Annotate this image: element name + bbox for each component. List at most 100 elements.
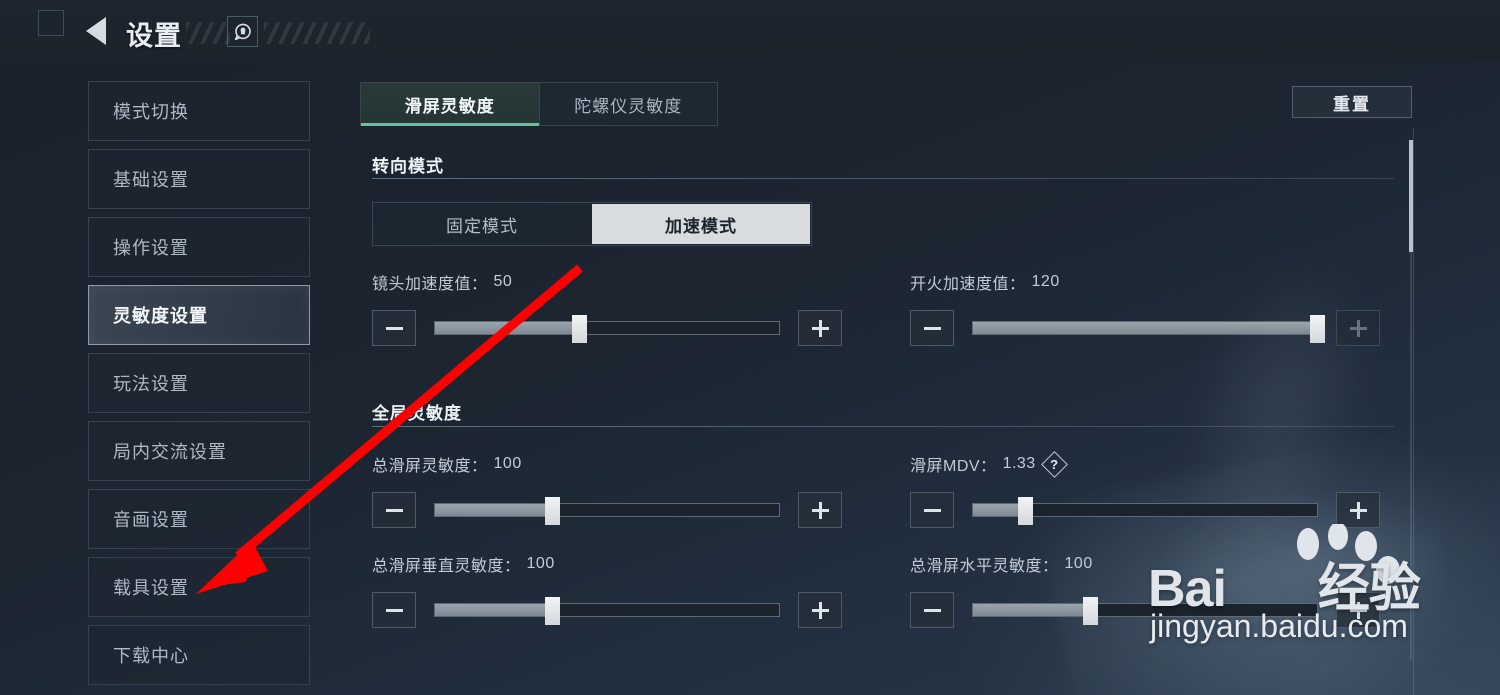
sidebar-item-label: 下载中心 [113, 646, 189, 666]
decrement-button[interactable] [372, 310, 416, 346]
tab-label: 滑屏灵敏度 [404, 96, 495, 116]
slider-label: 总滑屏垂直灵敏度： [372, 558, 521, 575]
help-icon[interactable]: ? [1040, 450, 1068, 478]
mode-button-label: 固定模式 [446, 216, 518, 236]
slider-control[interactable] [910, 492, 1380, 528]
turn-mode-toggle-group[interactable]: 固定模式 加速模式 [372, 202, 812, 246]
decrement-button[interactable] [372, 492, 416, 528]
slider-label: 滑屏MDV： [910, 458, 997, 475]
slider-value: 100 [526, 555, 555, 572]
sidebar-item-label: 玩法设置 [113, 374, 189, 394]
decrement-button[interactable] [910, 310, 954, 346]
increment-button[interactable] [798, 492, 842, 528]
sidebar-item-label: 基础设置 [113, 170, 189, 190]
slider-caption: 总滑屏垂直灵敏度： 100 [372, 552, 842, 576]
slider-label: 镜头加速度值： [372, 276, 488, 293]
reset-button[interactable]: 重置 [1292, 86, 1412, 118]
settings-sidebar[interactable]: 模式切换 基础设置 操作设置 灵敏度设置 玩法设置 局内交流设置 音画设置 载具… [88, 81, 310, 695]
content-scrollbar[interactable] [1409, 140, 1413, 660]
slider-value: 120 [1031, 273, 1060, 290]
increment-button[interactable] [1336, 592, 1380, 628]
increment-button[interactable] [798, 592, 842, 628]
mode-button-accelerated[interactable]: 加速模式 [592, 204, 810, 244]
voice-chat-icon[interactable] [227, 16, 258, 47]
slider-label: 总滑屏水平灵敏度： [910, 558, 1059, 575]
back-arrow-icon[interactable] [86, 17, 106, 45]
tab-label: 陀螺仪灵敏度 [574, 96, 683, 116]
section-divider [372, 426, 1394, 427]
slider-track[interactable] [434, 497, 780, 525]
sidebar-item-label: 操作设置 [113, 238, 189, 258]
hatch-decoration [264, 22, 370, 44]
section-divider [372, 178, 1394, 179]
slider-control[interactable] [372, 492, 842, 528]
slider-track[interactable] [434, 597, 780, 625]
tab-touch-sensitivity[interactable]: 滑屏灵敏度 [361, 83, 539, 126]
slider-fill [973, 604, 1090, 616]
sidebar-item-mode-switch[interactable]: 模式切换 [88, 81, 310, 141]
slider-control[interactable] [372, 310, 842, 346]
slider-fill [435, 604, 552, 616]
slider-control[interactable] [910, 310, 1380, 346]
slider-fill [435, 504, 552, 516]
slider-track[interactable] [972, 497, 1318, 525]
sidebar-item-vehicle[interactable]: 载具设置 [88, 557, 310, 617]
slider-label: 开火加速度值： [910, 276, 1026, 293]
hatch-decoration [186, 22, 230, 44]
mode-button-label: 加速模式 [665, 216, 737, 236]
sidebar-item-label: 模式切换 [113, 102, 189, 122]
increment-button[interactable] [798, 310, 842, 346]
top-bar: 设置 [0, 0, 1500, 62]
sidebar-item-ingame-comm[interactable]: 局内交流设置 [88, 421, 310, 481]
sensitivity-tabs[interactable]: 滑屏灵敏度 陀螺仪灵敏度 [360, 82, 718, 126]
mode-button-fixed[interactable]: 固定模式 [373, 203, 591, 245]
decrement-button[interactable] [372, 592, 416, 628]
slider-value: 100 [1064, 555, 1093, 572]
slider-row-camera-accel: 镜头加速度值： 50 [372, 270, 842, 346]
slider-label: 总滑屏灵敏度： [372, 458, 488, 475]
help-icon-glyph: ? [1049, 456, 1059, 472]
slider-row-fire-accel: 开火加速度值： 120 [910, 270, 1380, 346]
sidebar-item-gameplay[interactable]: 玩法设置 [88, 353, 310, 413]
decrement-button[interactable] [910, 492, 954, 528]
panel-edge-line [1413, 128, 1414, 695]
slider-control[interactable] [372, 592, 842, 628]
slider-caption: 总滑屏水平灵敏度： 100 [910, 552, 1380, 576]
slider-thumb[interactable] [1017, 497, 1033, 525]
slider-track[interactable] [434, 315, 780, 343]
slider-value: 50 [493, 273, 513, 290]
section-title-turn-mode: 转向模式 [372, 157, 444, 176]
sidebar-item-audio-video[interactable]: 音画设置 [88, 489, 310, 549]
slider-thumb[interactable] [1310, 315, 1325, 343]
increment-button[interactable] [1336, 492, 1380, 528]
slider-track[interactable] [972, 597, 1318, 625]
slider-caption: 总滑屏灵敏度： 100 [372, 452, 842, 476]
sidebar-item-label: 音画设置 [113, 510, 189, 530]
sidebar-item-label: 局内交流设置 [113, 442, 227, 462]
slider-row-vertical-touch: 总滑屏垂直灵敏度： 100 [372, 552, 842, 628]
sidebar-item-controls[interactable]: 操作设置 [88, 217, 310, 277]
slider-caption: 开火加速度值： 120 [910, 270, 1380, 294]
section-title-global-sensitivity: 全局灵敏度 [372, 404, 462, 423]
sidebar-item-label: 载具设置 [113, 578, 189, 598]
sidebar-item-sensitivity[interactable]: 灵敏度设置 [88, 285, 310, 345]
slider-row-horizontal-touch: 总滑屏水平灵敏度： 100 [910, 552, 1380, 628]
sidebar-item-basic[interactable]: 基础设置 [88, 149, 310, 209]
slider-control[interactable] [910, 592, 1380, 628]
square-outline-icon [38, 10, 64, 36]
scrollbar-thumb[interactable] [1409, 140, 1413, 252]
slider-fill [973, 322, 1317, 334]
sidebar-item-download-center[interactable]: 下载中心 [88, 625, 310, 685]
slider-thumb[interactable] [544, 597, 560, 625]
tab-gyro-sensitivity[interactable]: 陀螺仪灵敏度 [538, 83, 718, 125]
slider-value: 1.33 [1002, 455, 1036, 472]
slider-thumb[interactable] [572, 315, 588, 343]
slider-row-touch-mdv: 滑屏MDV： 1.33 ? [910, 450, 1380, 528]
slider-track[interactable] [972, 315, 1325, 343]
page-title: 设置 [126, 21, 182, 51]
decrement-button[interactable] [910, 592, 954, 628]
increment-button [1336, 310, 1380, 346]
slider-caption: 滑屏MDV： 1.33 ? [910, 450, 1380, 478]
slider-thumb[interactable] [1082, 597, 1098, 625]
slider-thumb[interactable] [544, 497, 560, 525]
